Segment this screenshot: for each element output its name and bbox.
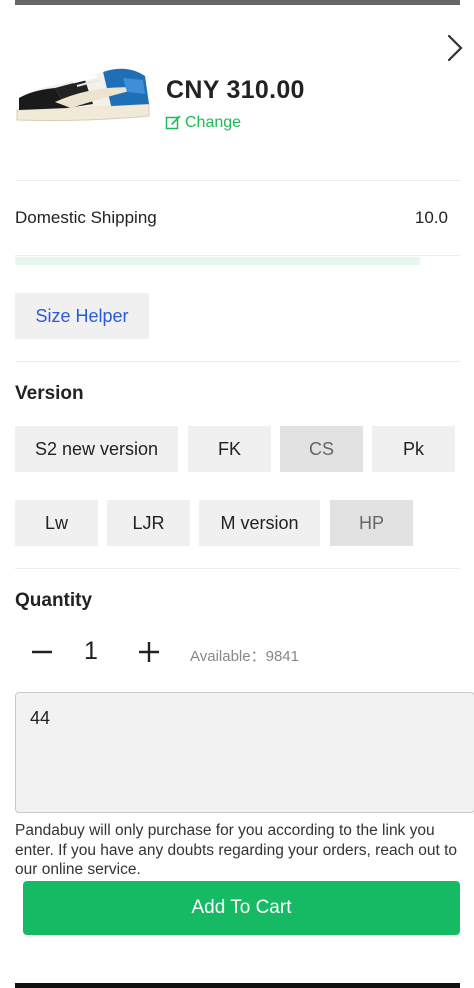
version-option[interactable]: FK	[188, 426, 271, 472]
quantity-title: Quantity	[15, 590, 93, 611]
available-stock: Available：9841	[190, 648, 299, 665]
product-price: CNY 310.00	[166, 76, 305, 104]
version-option-selected[interactable]: HP	[330, 500, 413, 546]
disclaimer-line: Pandabuy will only purchase for you acco…	[15, 822, 435, 839]
size-helper-button[interactable]: Size Helper	[15, 293, 149, 339]
version-option[interactable]: Pk	[372, 426, 455, 472]
disclaimer-line: enter. If you have any doubts regarding …	[15, 841, 458, 859]
shipping-value: 10.0	[414, 208, 448, 227]
purchase-disclaimer: Pandabuy will only purchase for you acco…	[15, 821, 474, 880]
bottom-nav-bar	[15, 983, 460, 988]
version-option[interactable]: Lw	[15, 500, 98, 546]
divider	[15, 255, 460, 256]
divider	[15, 568, 460, 569]
version-option[interactable]: S2 new version	[15, 426, 178, 472]
remark-text: 44	[30, 708, 51, 728]
version-title: Version	[15, 383, 84, 404]
add-to-cart-button[interactable]: Add To Cart	[23, 881, 460, 935]
change-label: Change	[185, 114, 242, 131]
divider	[15, 361, 460, 362]
top-status-bar	[15, 0, 460, 5]
version-option[interactable]: LJR	[107, 500, 190, 546]
edit-icon	[165, 115, 181, 130]
change-variant-link[interactable]: Change	[165, 114, 241, 132]
minus-icon[interactable]	[27, 636, 57, 668]
product-image[interactable]	[15, 58, 151, 128]
version-option[interactable]: M version	[199, 500, 320, 546]
divider	[15, 180, 460, 181]
plus-icon[interactable]	[134, 636, 164, 668]
chevron-right-icon[interactable]	[440, 28, 470, 68]
version-option-selected[interactable]: CS	[280, 426, 363, 472]
shipping-progress-bar	[15, 257, 420, 265]
quantity-value[interactable]: 1	[84, 637, 98, 666]
shipping-label: Domestic Shipping	[15, 208, 157, 227]
remark-textarea[interactable]: 44	[15, 692, 474, 813]
disclaimer-line: our online service.	[15, 861, 141, 878]
